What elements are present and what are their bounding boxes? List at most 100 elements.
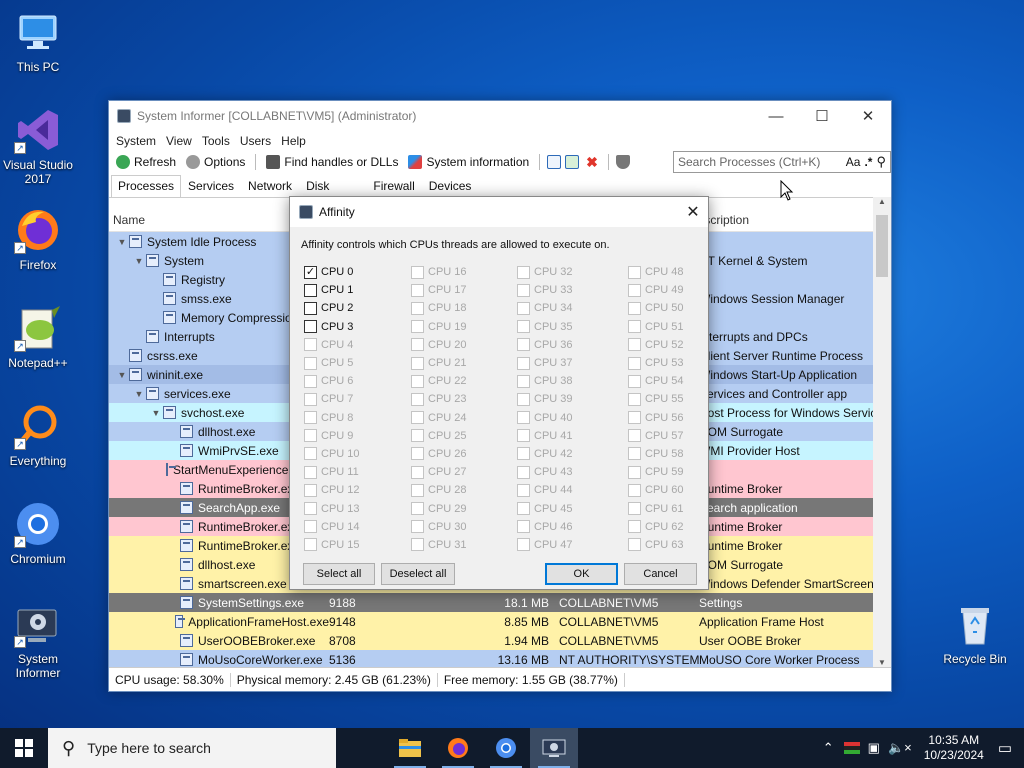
window-arrow-icon[interactable] bbox=[565, 155, 580, 169]
tab-devices[interactable]: Devices bbox=[422, 175, 479, 197]
checkbox-box bbox=[517, 283, 530, 297]
tab-disk[interactable]: Disk bbox=[299, 175, 336, 197]
desktop-icon-system-informer[interactable]: ↗ System Informer bbox=[0, 600, 76, 680]
tab-services[interactable]: Services bbox=[181, 175, 241, 197]
volume-muted-icon[interactable]: 🔈× bbox=[884, 740, 916, 756]
window-titlebar[interactable]: System Informer [COLLABNET\VM5] (Adminis… bbox=[109, 101, 891, 131]
search-processes-input[interactable]: Search Processes (Ctrl+K) Aa .* ⚲ bbox=[673, 151, 891, 173]
system-information-button[interactable]: System information bbox=[405, 155, 532, 169]
deselect-all-button[interactable]: Deselect all bbox=[381, 563, 455, 585]
tab-processes[interactable]: Processes bbox=[111, 175, 182, 197]
process-icon bbox=[129, 235, 142, 248]
expand-twisty-icon[interactable]: ▼ bbox=[149, 408, 163, 418]
cpu-checkbox: CPU 15 bbox=[304, 536, 360, 554]
window-icon[interactable] bbox=[547, 155, 562, 169]
expand-twisty-icon[interactable]: ▼ bbox=[132, 389, 146, 399]
scrollbar-thumb[interactable] bbox=[876, 215, 888, 277]
expand-twisty-icon[interactable]: ▼ bbox=[115, 370, 129, 380]
cpu-checkbox[interactable]: CPU 3 bbox=[304, 318, 360, 336]
taskbar-system-informer[interactable] bbox=[530, 728, 578, 768]
cpu-checkbox: CPU 28 bbox=[411, 481, 467, 499]
desktop-icon-notepad-plus-plus[interactable]: ↗ Notepad++ bbox=[0, 304, 76, 370]
tab-firewall[interactable]: Firewall bbox=[366, 175, 421, 197]
checkbox-box bbox=[628, 502, 641, 516]
cpu-label: CPU 24 bbox=[428, 411, 467, 424]
file-explorer-icon bbox=[399, 739, 421, 757]
expand-twisty-icon[interactable]: ▼ bbox=[115, 237, 129, 247]
desktop-icon-visual-studio[interactable]: ↗ Visual Studio 2017 bbox=[0, 106, 76, 186]
tab-network[interactable]: Network bbox=[241, 175, 299, 197]
process-name: svchost.exe bbox=[181, 405, 245, 420]
taskbar-firefox[interactable] bbox=[434, 728, 482, 768]
desktop-icon-recycle-bin[interactable]: Recycle Bin bbox=[937, 600, 1013, 666]
process-name: SystemSettings.exe bbox=[198, 595, 305, 610]
process-pid: 8708 bbox=[329, 633, 356, 648]
show-hidden-icons-chevron-icon[interactable]: ⌃ bbox=[817, 740, 840, 756]
cpu-label: CPU 25 bbox=[428, 429, 467, 442]
cpu-checkbox: CPU 13 bbox=[304, 499, 360, 517]
table-row[interactable]: UserOOBEBroker.exe 8708 1.94 MB COLLABNET\V… bbox=[109, 631, 875, 650]
desktop-icon-this-pc[interactable]: This PC bbox=[0, 8, 76, 74]
process-description: NT Kernel & System bbox=[699, 253, 808, 268]
notifications-icon[interactable]: ▭ bbox=[992, 739, 1024, 757]
table-row[interactable]: SystemSettings.exe 9188 18.1 MB COLLABNET\V… bbox=[109, 593, 875, 612]
cpu-label: CPU 1 bbox=[321, 284, 354, 297]
desktop-icon-chromium[interactable]: ↗ Chromium bbox=[0, 500, 76, 566]
cpu-checkbox[interactable]: ✓ CPU 0 bbox=[304, 263, 360, 281]
checkbox-box bbox=[628, 265, 641, 279]
cpu-checkbox: CPU 25 bbox=[411, 427, 467, 445]
cpu-label: CPU 55 bbox=[645, 393, 684, 406]
shield-icon[interactable] bbox=[615, 155, 630, 169]
process-icon bbox=[163, 406, 176, 419]
cancel-button[interactable]: Cancel bbox=[624, 563, 697, 585]
menu-users[interactable]: Users bbox=[235, 134, 276, 148]
tray-app-icon[interactable] bbox=[843, 742, 860, 754]
maximize-button[interactable]: ☐ bbox=[799, 101, 845, 131]
refresh-button[interactable]: Refresh bbox=[113, 155, 179, 169]
regex-toggle[interactable]: .* bbox=[864, 155, 872, 169]
process-name: ApplicationFrameHost.exe bbox=[188, 614, 329, 629]
search-icon[interactable]: ⚲ bbox=[876, 154, 886, 170]
dialog-close-button[interactable]: ✕ bbox=[678, 202, 708, 222]
expand-twisty-icon[interactable]: ▼ bbox=[132, 256, 146, 266]
menu-view[interactable]: View bbox=[161, 134, 197, 148]
options-button[interactable]: Options bbox=[183, 155, 248, 169]
terminate-icon[interactable]: ✖ bbox=[583, 154, 601, 171]
select-all-button[interactable]: Select all bbox=[303, 563, 375, 585]
menu-tools[interactable]: Tools bbox=[197, 134, 235, 148]
close-button[interactable]: ✕ bbox=[845, 101, 891, 131]
checkbox-box bbox=[411, 356, 424, 370]
cpu-checkbox[interactable]: CPU 2 bbox=[304, 299, 360, 317]
taskbar-search-box[interactable]: ⚲ Type here to search bbox=[48, 728, 336, 768]
vertical-scrollbar[interactable]: ▲ ▼ bbox=[873, 197, 891, 667]
menu-help[interactable]: Help bbox=[276, 134, 311, 148]
match-case-toggle[interactable]: Aa bbox=[846, 155, 861, 169]
taskbar-chromium[interactable] bbox=[482, 728, 530, 768]
taskbar-clock[interactable]: 10:35 AM 10/23/2024 bbox=[916, 733, 992, 763]
dialog-titlebar[interactable]: Affinity ✕ bbox=[290, 197, 708, 227]
taskbar-file-explorer[interactable] bbox=[386, 728, 434, 768]
minimize-button[interactable]: — bbox=[753, 101, 799, 131]
scroll-up-arrow[interactable]: ▲ bbox=[873, 197, 891, 206]
app-icon bbox=[117, 109, 131, 123]
cpu-checkbox: CPU 6 bbox=[304, 372, 360, 390]
menu-system[interactable]: System bbox=[111, 134, 161, 148]
process-name-cell: MoUsoCoreWorker.exe bbox=[109, 653, 329, 667]
table-row[interactable]: ApplicationFrameHost.exe 9148 8.85 MB COLLA… bbox=[109, 612, 875, 631]
ok-button[interactable]: OK bbox=[545, 563, 618, 585]
cpu-checkbox: CPU 44 bbox=[517, 481, 573, 499]
table-row[interactable]: MoUsoCoreWorker.exe 5136 13.16 MB NT AUTHOR… bbox=[109, 650, 875, 667]
process-icon bbox=[129, 349, 142, 362]
start-button[interactable] bbox=[0, 728, 48, 768]
process-icon bbox=[163, 273, 176, 286]
scroll-down-arrow[interactable]: ▼ bbox=[873, 658, 891, 667]
process-user: COLLABNET\VM5 bbox=[559, 614, 659, 629]
checkbox-box bbox=[304, 320, 317, 334]
checkbox-box bbox=[628, 538, 641, 552]
desktop-icon-firefox[interactable]: ↗ Firefox bbox=[0, 206, 76, 272]
cpu-checkbox[interactable]: CPU 1 bbox=[304, 281, 360, 299]
desktop-icon-everything[interactable]: ↗ Everything bbox=[0, 402, 76, 468]
find-handles-button[interactable]: Find handles or DLLs bbox=[263, 155, 401, 169]
checkbox-box bbox=[517, 502, 530, 516]
network-icon[interactable]: ▣ bbox=[864, 740, 884, 756]
